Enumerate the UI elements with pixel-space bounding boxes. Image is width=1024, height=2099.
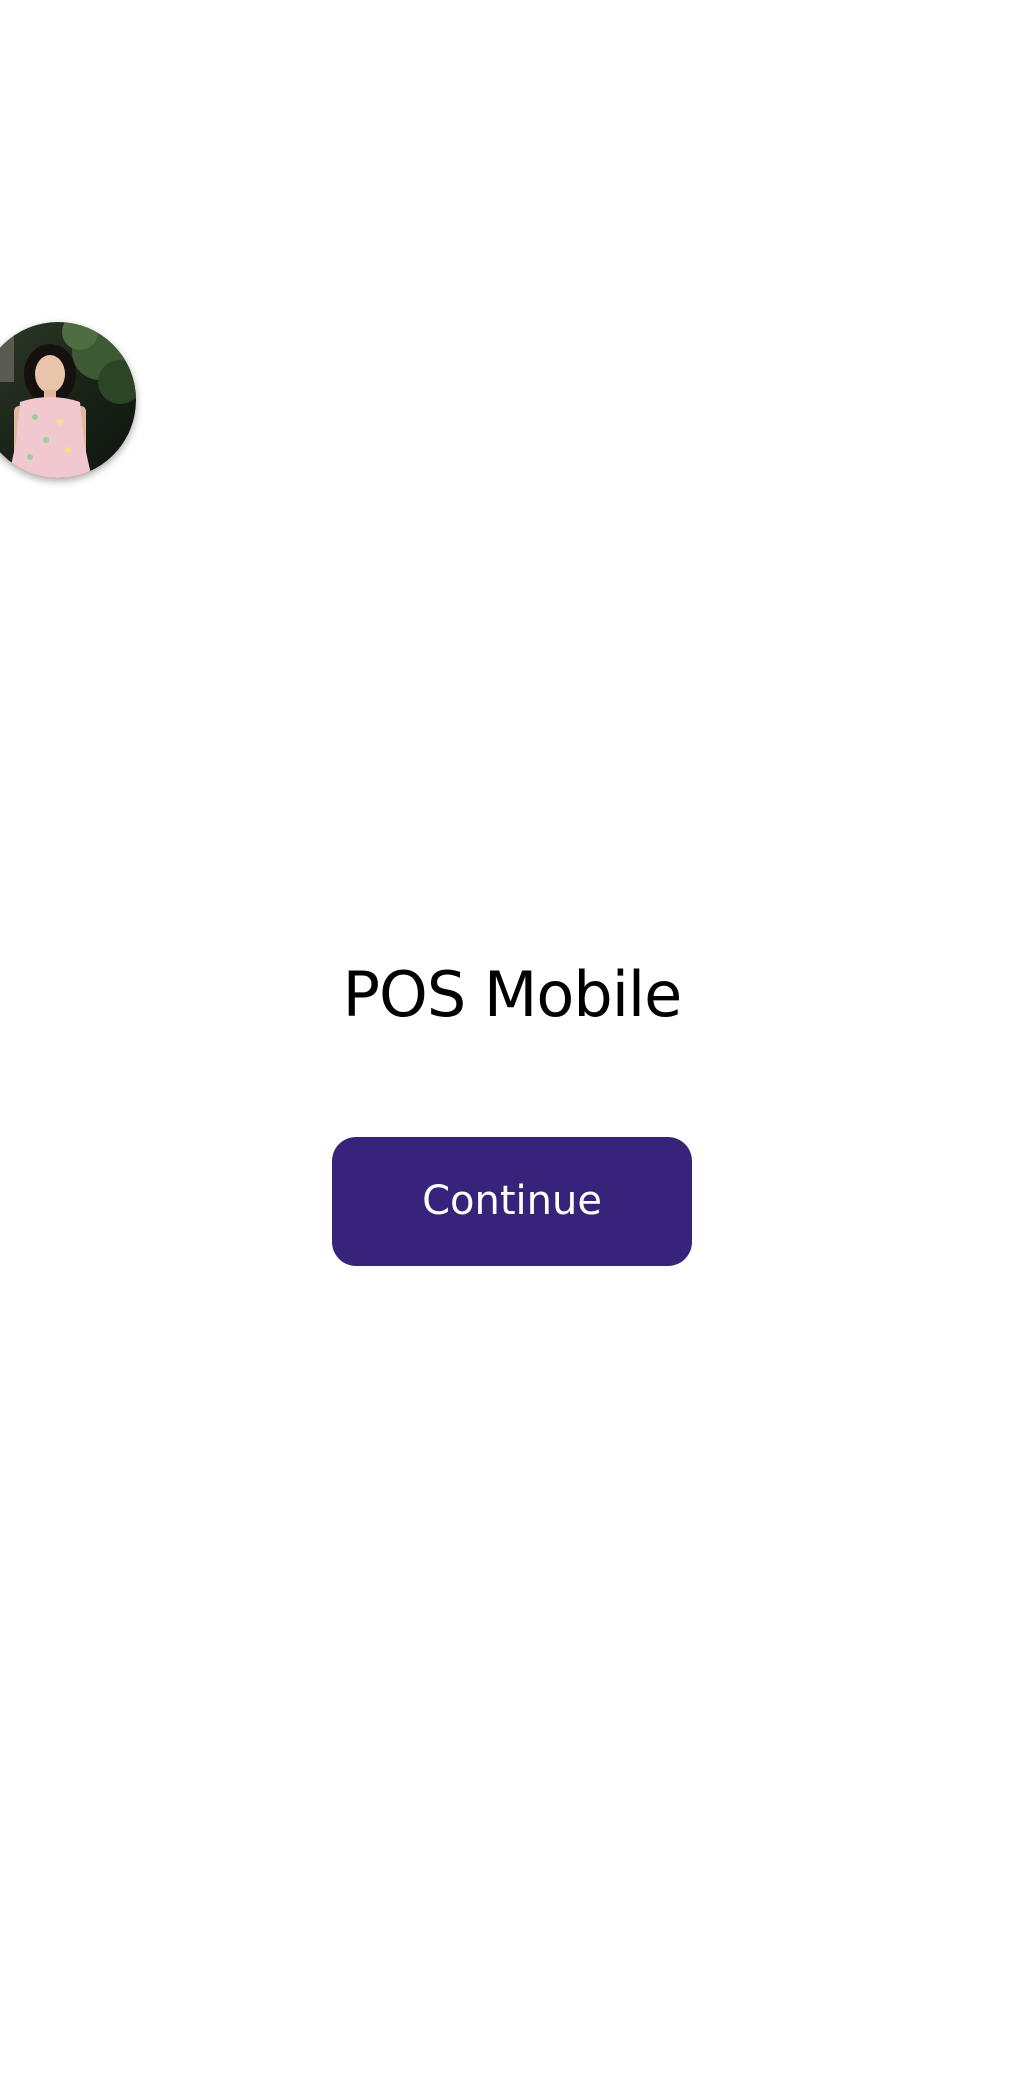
floating-avatar-bubble[interactable] [0,322,136,478]
continue-button[interactable]: Continue [332,1137,692,1266]
avatar-photo-icon [0,322,136,478]
app-screen: POS Mobile Continue [0,0,1024,2099]
app-title: POS Mobile [342,958,683,1031]
